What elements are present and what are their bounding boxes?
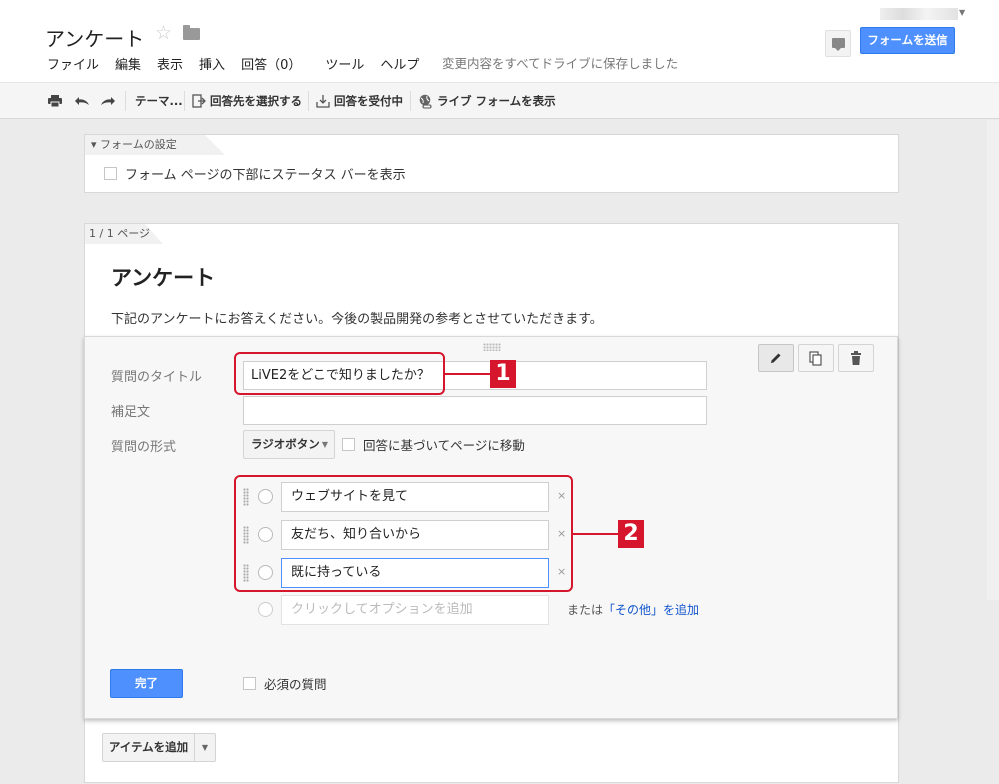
comment-button[interactable] xyxy=(825,30,851,57)
menu-responses[interactable]: 回答（0） xyxy=(241,54,301,73)
or-label: または xyxy=(567,603,604,617)
app-header: アンケート ☆ ファイル 編集 表示 挿入 回答（0） ツール ヘルプ 変更内容… xyxy=(0,0,999,83)
print-icon[interactable] xyxy=(48,83,62,119)
select-destination-button[interactable]: 回答先を選択する xyxy=(192,83,302,119)
toolbar-divider xyxy=(308,91,309,111)
undo-icon[interactable] xyxy=(74,83,90,119)
go-to-page-label: 回答に基づいてページに移動 xyxy=(363,438,525,453)
edit-question-button[interactable] xyxy=(758,344,794,372)
required-checkbox[interactable] xyxy=(243,677,256,690)
add-item-button[interactable]: アイテムを追加 xyxy=(102,733,195,762)
question-type-label: 質問の形式 xyxy=(111,440,177,455)
annotation-number-1: 1 xyxy=(490,360,516,388)
add-option-input[interactable]: クリックしてオプションを追加 xyxy=(281,595,549,625)
export-icon xyxy=(192,94,206,108)
page-indicator: 1 / 1 ページ xyxy=(85,224,163,244)
save-status: 変更内容をすべてドライブに保存しました xyxy=(442,56,679,71)
menu-view[interactable]: 表示 xyxy=(157,54,183,73)
toolbar-divider xyxy=(184,91,185,111)
redo-icon[interactable] xyxy=(100,83,116,119)
menu-bar: ファイル 編集 表示 挿入 回答（0） ツール ヘルプ xyxy=(47,54,435,73)
help-text-label: 補足文 xyxy=(111,405,151,420)
required-label: 必須の質問 xyxy=(264,677,327,692)
annotation-box-1 xyxy=(234,352,445,395)
annotation-box-2 xyxy=(234,475,573,592)
add-item-group: アイテムを追加 ▼ xyxy=(102,733,216,762)
trash-icon xyxy=(851,351,861,365)
done-button[interactable]: 完了 xyxy=(110,669,183,698)
form-settings-card: ▾ フォームの設定 フォーム ページの下部にステータス バーを表示 xyxy=(84,134,899,193)
menu-help[interactable]: ヘルプ xyxy=(380,54,419,73)
comment-icon xyxy=(832,38,845,51)
toolbar: テーマ... 回答先を選択する 回答を受付中 ライブ フォームを表示 xyxy=(0,83,999,119)
help-text-input[interactable] xyxy=(243,396,707,425)
star-icon[interactable]: ☆ xyxy=(155,22,172,44)
user-account[interactable] xyxy=(880,8,958,20)
theme-button[interactable]: テーマ... xyxy=(135,83,183,119)
select-destination-label: 回答先を選択する xyxy=(210,94,302,108)
scrollbar[interactable] xyxy=(987,120,999,600)
question-title-label: 質問のタイトル xyxy=(111,370,203,385)
add-option-row: クリックしてオプションを追加 xyxy=(237,595,577,625)
question-type-select[interactable]: ラジオボタン ▼ xyxy=(243,430,335,459)
drag-handle-icon[interactable] xyxy=(483,343,501,351)
toolbar-divider xyxy=(125,91,126,111)
form-description[interactable]: 下記のアンケートにお答えください。今後の製品開発の参考とさせていただきます。 xyxy=(111,308,603,327)
chevron-down-icon[interactable]: ▼ xyxy=(959,8,965,17)
chevron-down-icon: ▼ xyxy=(321,440,328,449)
accepting-responses-label: 回答を受付中 xyxy=(334,94,403,108)
form-title[interactable]: アンケート xyxy=(111,262,215,292)
duplicate-question-button[interactable] xyxy=(798,344,834,372)
menu-tools[interactable]: ツール xyxy=(325,54,364,73)
view-live-form-label: ライブ フォームを表示 xyxy=(437,94,556,108)
annotation-line-2 xyxy=(573,533,619,535)
copy-icon xyxy=(809,351,822,366)
document-title[interactable]: アンケート xyxy=(45,23,144,52)
annotation-number-2: 2 xyxy=(618,520,644,548)
folder-icon[interactable] xyxy=(183,25,200,40)
status-bar-checkbox[interactable] xyxy=(104,167,117,180)
pencil-icon xyxy=(771,353,781,363)
inbox-download-icon xyxy=(316,95,330,108)
annotation-line-1 xyxy=(445,373,491,375)
add-other-link[interactable]: 「その他」を追加 xyxy=(603,603,699,617)
accepting-responses-button[interactable]: 回答を受付中 xyxy=(316,83,403,119)
menu-file[interactable]: ファイル xyxy=(47,54,99,73)
radio-button xyxy=(258,602,273,617)
view-live-form-button[interactable]: ライブ フォームを表示 xyxy=(418,83,556,119)
toolbar-divider xyxy=(410,91,411,111)
question-type-value: ラジオボタン xyxy=(251,437,320,451)
go-to-page-checkbox[interactable] xyxy=(342,438,355,451)
send-form-button[interactable]: フォームを送信 xyxy=(860,27,955,54)
add-other-text: または「その他」を追加 xyxy=(567,601,699,618)
status-bar-label: フォーム ページの下部にステータス バーを表示 xyxy=(125,168,406,183)
globe-link-icon xyxy=(419,94,432,109)
chevron-down-icon[interactable]: ▼ xyxy=(195,733,216,762)
delete-question-button[interactable] xyxy=(838,344,874,372)
form-settings-toggle[interactable]: ▾ フォームの設定 xyxy=(85,135,225,155)
menu-edit[interactable]: 編集 xyxy=(115,54,141,73)
menu-insert[interactable]: 挿入 xyxy=(199,54,225,73)
